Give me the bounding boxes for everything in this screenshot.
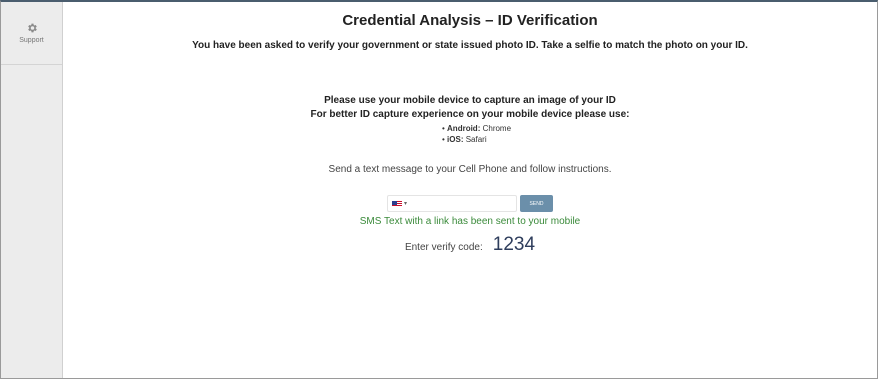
list-item: • Android: Chrome	[442, 124, 512, 133]
sms-sent-message: SMS Text with a link has been sent to yo…	[359, 216, 581, 227]
app-frame: Support Credential Analysis – ID Verific…	[0, 0, 878, 379]
page-title: Credential Analysis – ID Verification	[342, 12, 598, 29]
capture-line-1: Please use your mobile device to capture…	[324, 95, 616, 106]
sidebar: Support	[1, 2, 63, 378]
verify-row: Enter verify code: 1234	[63, 234, 877, 256]
chevron-down-icon[interactable]: ▾	[404, 200, 407, 207]
capture-instructions: Please use your mobile device to capture…	[63, 94, 877, 122]
sms-instruction: Send a text message to your Cell Phone a…	[328, 164, 612, 175]
page-subtitle: You have been asked to verify your gover…	[192, 40, 748, 51]
verify-code-value: 1234	[492, 234, 536, 255]
platform-android: Android:	[447, 124, 481, 133]
platform-ios: iOS:	[447, 135, 464, 144]
main-content: Credential Analysis – ID Verification Yo…	[63, 2, 877, 378]
send-button[interactable]: SEND	[520, 195, 553, 212]
phone-input[interactable]: ▾	[387, 195, 517, 212]
browser-android: Chrome	[482, 124, 512, 133]
verify-code-label: Enter verify code:	[404, 242, 483, 253]
support-label: Support	[19, 37, 44, 44]
gear-icon	[27, 23, 37, 33]
capture-line-2: For better ID capture experience on your…	[310, 109, 630, 120]
browser-ios: Safari	[465, 135, 487, 144]
phone-row: ▾ SEND	[63, 195, 877, 212]
browser-list: • Android: Chrome • iOS: Safari	[63, 123, 877, 145]
sidebar-item-support[interactable]: Support	[1, 2, 62, 65]
list-item: • iOS: Safari	[442, 135, 487, 144]
us-flag-icon[interactable]	[392, 200, 402, 207]
